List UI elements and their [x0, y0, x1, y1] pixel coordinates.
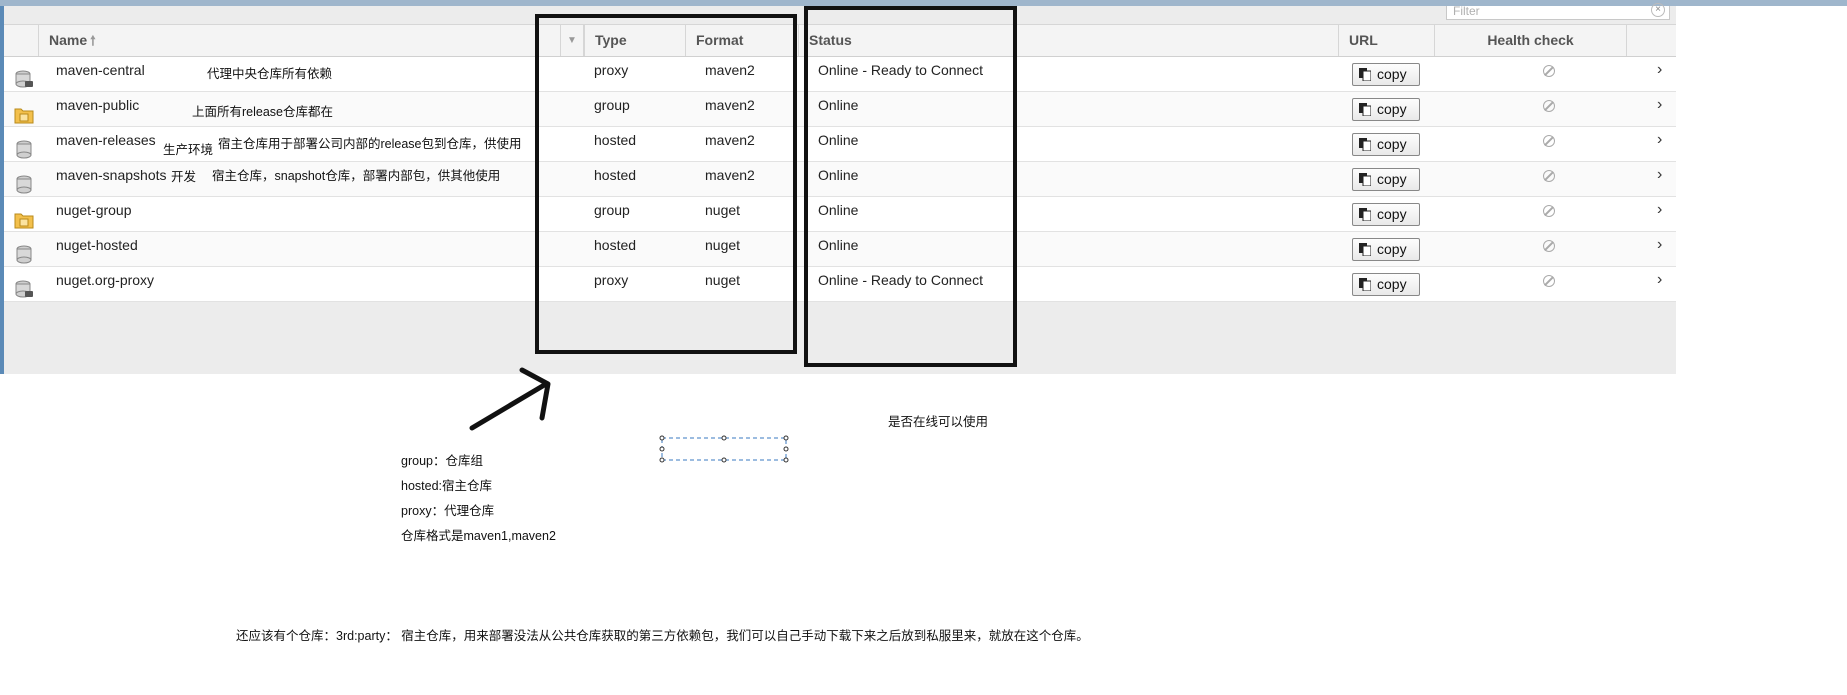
annotation-footer: 还应该有个仓库：3rd:party： 宿主仓库，用来部署没法从公共仓库获取的第三…	[236, 629, 1089, 643]
chevron-right-icon[interactable]: ›	[1657, 57, 1662, 83]
selection-handles-icon	[659, 435, 789, 463]
annotation-snapshots: 宿主仓库，snapshot仓库，部署内部包，供其他使用	[212, 169, 501, 183]
proxy-repo-icon	[15, 280, 33, 298]
annotation-releases-env: 生产环境	[163, 143, 214, 157]
copy-url-button[interactable]: copy	[1352, 63, 1420, 86]
highlight-box-type-format	[535, 14, 797, 354]
copy-label: copy	[1377, 241, 1407, 257]
copy-label: copy	[1377, 206, 1407, 222]
copy-icon	[1359, 68, 1371, 81]
copy-icon	[1359, 103, 1371, 116]
copy-icon	[1359, 138, 1371, 151]
filter-placeholder: Filter	[1453, 4, 1480, 18]
repo-name: maven-central	[56, 62, 145, 78]
copy-icon	[1359, 173, 1371, 186]
health-check-disabled-icon[interactable]	[1543, 240, 1555, 252]
health-check-disabled-icon[interactable]	[1543, 275, 1555, 287]
annotation-releases: 宿主仓库用于部署公司内部的release包到仓库，供使用	[218, 137, 522, 151]
copy-url-button[interactable]: copy	[1352, 273, 1420, 296]
copy-label: copy	[1377, 276, 1407, 292]
copy-url-button[interactable]: copy	[1352, 203, 1420, 226]
chevron-right-icon[interactable]: ›	[1657, 267, 1662, 293]
repo-name: maven-snapshots	[56, 167, 167, 183]
copy-url-button[interactable]: copy	[1352, 98, 1420, 121]
legend-line: 仓库格式是maven1,maven2	[401, 529, 556, 543]
copy-url-button[interactable]: copy	[1352, 238, 1420, 261]
filter-input[interactable]: Filter ×	[1446, 3, 1670, 20]
annotation-central: 代理中央仓库所有依赖	[207, 67, 333, 81]
column-header-url[interactable]: URL	[1338, 25, 1434, 56]
annotation-public: 上面所有release仓库都在	[192, 105, 333, 119]
column-header-name[interactable]: Name 🠕	[38, 25, 560, 56]
copy-label: copy	[1377, 171, 1407, 187]
annotation-snapshots-env: 开发	[171, 170, 197, 184]
chevron-right-icon[interactable]: ›	[1657, 197, 1662, 223]
health-check-disabled-icon[interactable]	[1543, 100, 1555, 112]
copy-icon	[1359, 243, 1371, 256]
copy-label: copy	[1377, 101, 1407, 117]
column-header-health-check[interactable]: Health check	[1434, 25, 1626, 56]
column-name-label: Name	[49, 32, 88, 48]
copy-url-button[interactable]: copy	[1352, 168, 1420, 191]
copy-icon	[1359, 208, 1371, 221]
repo-name: nuget-hosted	[56, 237, 138, 253]
chevron-right-icon[interactable]: ›	[1657, 92, 1662, 118]
repo-name: maven-releases	[56, 132, 156, 148]
legend-line: hosted:宿主仓库	[401, 479, 493, 493]
column-header-actions	[1626, 25, 1676, 56]
clear-filter-icon[interactable]: ×	[1651, 3, 1665, 17]
legend-line: proxy：代理仓库	[401, 504, 495, 518]
chevron-right-icon[interactable]: ›	[1657, 162, 1662, 188]
repo-name: nuget-group	[56, 202, 132, 218]
copy-icon	[1359, 278, 1371, 291]
annotation-online: 是否在线可以使用	[888, 415, 989, 429]
legend-line: group：仓库组	[401, 454, 483, 468]
health-check-disabled-icon[interactable]	[1543, 65, 1555, 77]
chevron-right-icon[interactable]: ›	[1657, 127, 1662, 153]
annotation-arrow-icon	[469, 367, 551, 431]
sort-ascending-icon: 🠕	[90, 33, 96, 48]
health-check-disabled-icon[interactable]	[1543, 205, 1555, 217]
highlight-box-status	[804, 6, 1017, 367]
copy-label: copy	[1377, 66, 1407, 82]
repo-name: nuget.org-proxy	[56, 272, 155, 288]
health-check-disabled-icon[interactable]	[1543, 170, 1555, 182]
health-check-disabled-icon[interactable]	[1543, 135, 1555, 147]
copy-url-button[interactable]: copy	[1352, 133, 1420, 156]
copy-label: copy	[1377, 136, 1407, 152]
repo-name: maven-public	[56, 97, 140, 113]
chevron-right-icon[interactable]: ›	[1657, 232, 1662, 258]
